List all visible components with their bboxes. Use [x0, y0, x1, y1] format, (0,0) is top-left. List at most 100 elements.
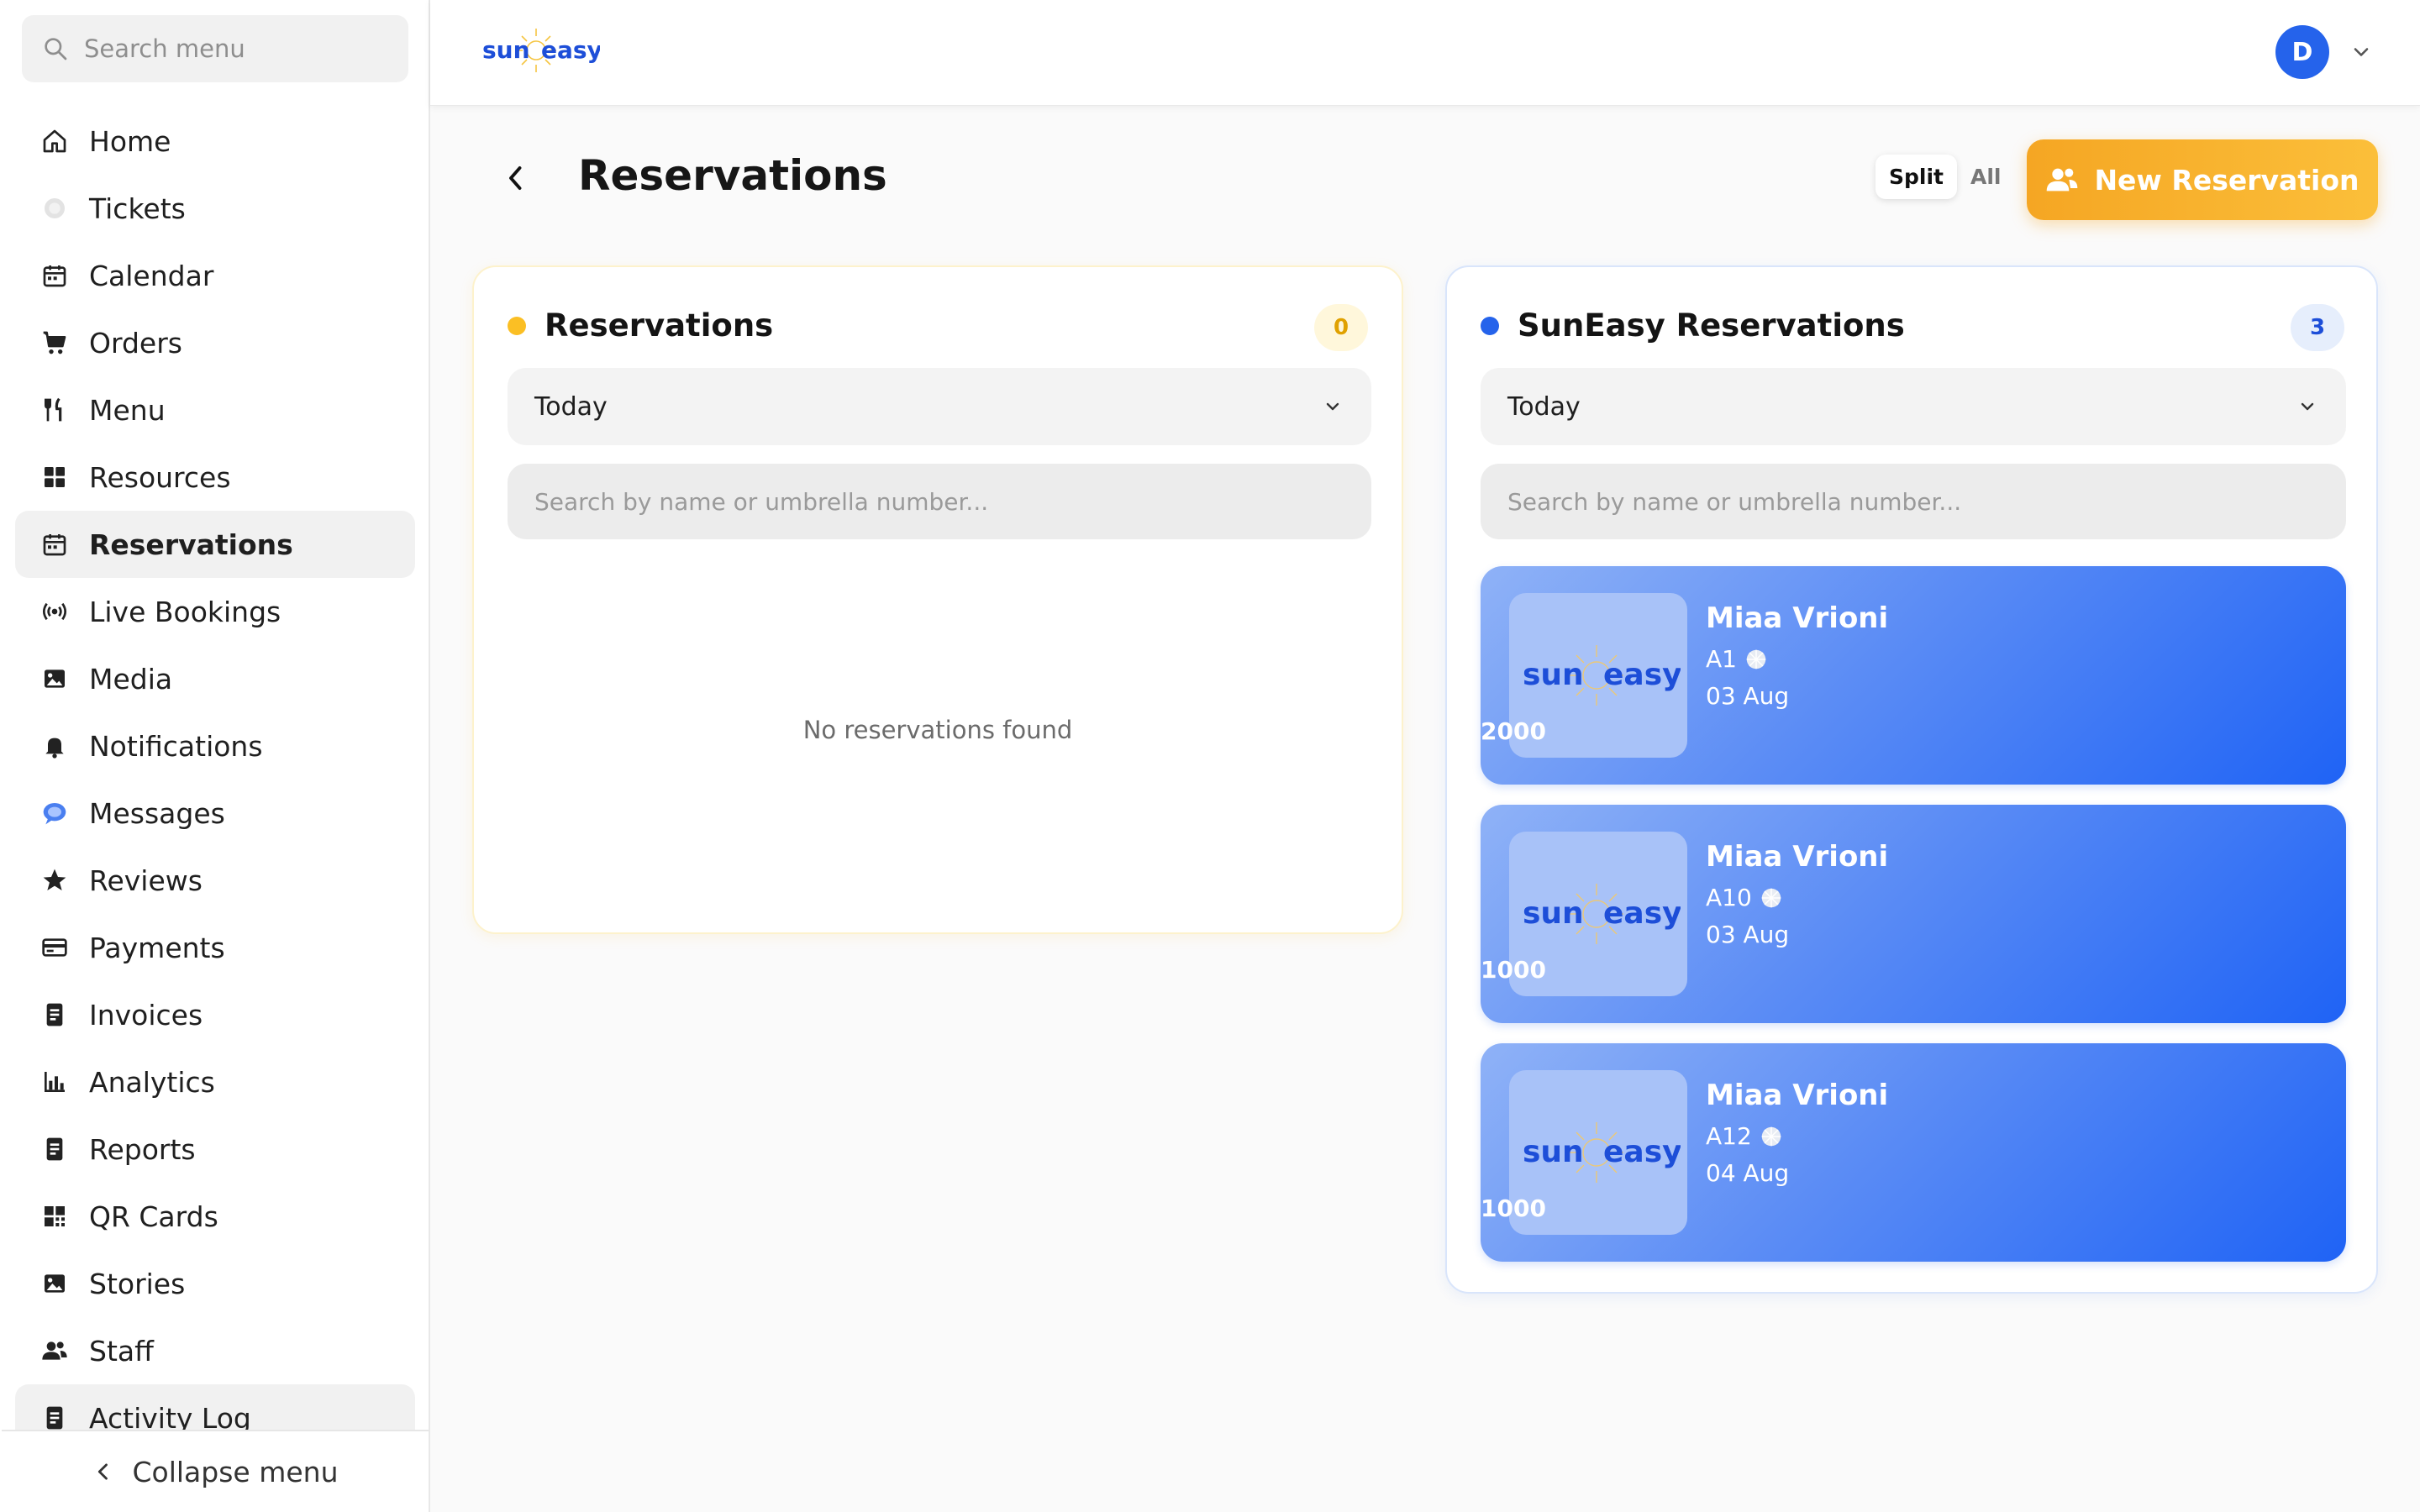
guest-name: Miaa Vrioni — [1706, 1079, 1889, 1112]
home-icon — [43, 129, 66, 153]
sidebar-item-label: QR Cards — [89, 1200, 218, 1233]
suneasy-logo: sun easy — [1523, 884, 1681, 944]
document-icon — [46, 1003, 63, 1026]
logo-word-sun: sun — [482, 36, 530, 64]
umbrella-number: A1 — [1706, 645, 1769, 673]
calendar-icon — [43, 265, 66, 287]
logo-word-easy: easy — [1603, 1135, 1681, 1169]
new-reservation-button[interactable]: New Reservation — [2027, 139, 2378, 220]
menu-search-input[interactable]: Search menu — [22, 15, 408, 82]
ticket-icon — [45, 198, 65, 218]
sidebar-item-reviews[interactable]: Reviews — [15, 847, 415, 914]
reservation-amount: 1000 — [1481, 956, 1546, 984]
sidebar-item-notifications[interactable]: Notifications — [15, 712, 415, 780]
umbrella-icon — [1746, 649, 1766, 669]
sidebar-item-label: Analytics — [89, 1065, 215, 1099]
suneasy-logo: sun easy — [1523, 645, 1681, 706]
reservation-search-input[interactable]: Search by name or umbrella number... — [508, 464, 1371, 539]
logo-word-easy: easy — [541, 36, 600, 64]
reservation-search-input[interactable]: Search by name or umbrella number... — [1481, 464, 2346, 539]
qr-icon — [45, 1206, 65, 1226]
page-title: Reservations — [578, 151, 887, 200]
document-icon — [46, 1406, 63, 1430]
umbrella-icon — [1761, 1126, 1781, 1146]
reservation-card[interactable]: sun easy Miaa Vrioni A10 03 Aug 1000 — [1481, 805, 2346, 1023]
sidebar-item-orders[interactable]: Orders — [15, 309, 415, 376]
logo-word-easy: easy — [1603, 896, 1681, 931]
reservation-card[interactable]: sun easy Miaa Vrioni A12 04 Aug 1000 — [1481, 1043, 2346, 1262]
date-filter-value: Today — [1507, 391, 1581, 422]
back-arrow-icon[interactable] — [501, 161, 531, 195]
logo-word-easy: easy — [1603, 658, 1681, 692]
sidebar-item-messages[interactable]: Messages — [15, 780, 415, 847]
bar-chart-icon — [45, 1072, 65, 1092]
guest-name: Miaa Vrioni — [1706, 840, 1889, 874]
chevron-down-icon — [1326, 402, 1339, 411]
suneasy-logo: sun easy — [1523, 1122, 1681, 1183]
sidebar-item-label: Orders — [89, 326, 182, 360]
sidebar-item-label: Tickets — [89, 192, 186, 225]
date-filter-value: Today — [534, 391, 608, 422]
sidebar-item-analytics[interactable]: Analytics — [15, 1048, 415, 1116]
reservation-amount: 2000 — [1481, 717, 1546, 745]
date-filter-select[interactable]: Today — [508, 368, 1371, 445]
utensils-icon — [45, 397, 62, 422]
new-reservation-label: New Reservation — [2094, 163, 2360, 197]
sidebar-item-qr-cards[interactable]: QR Cards — [15, 1183, 415, 1250]
umbrella-label: A10 — [1706, 884, 1752, 911]
empty-state-text: No reservations found — [802, 716, 1073, 744]
sidebar-item-calendar[interactable]: Calendar — [15, 242, 415, 309]
top-bar: sun easy D — [430, 0, 2420, 106]
chevron-down-icon — [2301, 402, 2314, 411]
umbrella-label: A12 — [1706, 1122, 1752, 1150]
search-placeholder: Search by name or umbrella number... — [1507, 487, 1962, 516]
sidebar-item-label: Calendar — [89, 259, 214, 292]
collapse-menu-label: Collapse menu — [132, 1455, 339, 1488]
sidebar-item-home[interactable]: Home — [15, 108, 415, 175]
toggle-all[interactable]: All — [1957, 155, 2015, 199]
date-filter-select[interactable]: Today — [1481, 368, 2346, 445]
sidebar-item-media[interactable]: Media — [15, 645, 415, 712]
panel-title: SunEasy Reservations — [1518, 307, 1905, 344]
sidebar-item-label: Live Bookings — [89, 595, 281, 628]
panel-title: Reservations — [544, 307, 774, 344]
suneasy-logo[interactable]: sun easy — [482, 22, 600, 82]
sidebar-item-live-bookings[interactable]: Live Bookings — [15, 578, 415, 645]
sidebar-item-reports[interactable]: Reports — [15, 1116, 415, 1183]
sidebar-item-payments[interactable]: Payments — [15, 914, 415, 981]
sidebar-item-staff[interactable]: Staff — [15, 1317, 415, 1384]
sidebar-item-stories[interactable]: Stories — [15, 1250, 415, 1317]
sidebar-item-resources[interactable]: Resources — [15, 444, 415, 511]
cart-icon — [43, 331, 66, 354]
collapse-menu-button[interactable]: Collapse menu — [2, 1430, 429, 1512]
sidebar-item-label: Home — [89, 124, 171, 158]
sidebar-item-label: Reports — [89, 1132, 196, 1166]
sidebar-item-tickets[interactable]: Tickets — [15, 175, 415, 242]
menu-search-placeholder: Search menu — [84, 34, 245, 63]
sidebar: Search menu Home Tickets Calendar Orders… — [0, 0, 430, 1512]
suneasy-reservations-panel: SunEasy Reservations 3 Today Search by n… — [1445, 265, 2378, 1294]
sidebar-item-invoices[interactable]: Invoices — [15, 981, 415, 1048]
guest-name: Miaa Vrioni — [1706, 601, 1889, 635]
sidebar-item-reservations[interactable]: Reservations — [15, 511, 415, 578]
image-icon — [45, 669, 65, 688]
document-icon — [46, 1137, 63, 1161]
status-dot — [508, 316, 526, 335]
sidebar-item-label: Stories — [89, 1267, 186, 1300]
umbrella-label: A1 — [1706, 645, 1737, 673]
credit-card-icon — [42, 938, 67, 957]
user-avatar[interactable]: D — [2275, 25, 2329, 79]
view-toggle: Split All — [1876, 155, 2015, 199]
users-icon — [2047, 168, 2078, 192]
sidebar-item-menu[interactable]: Menu — [15, 376, 415, 444]
reservation-card[interactable]: sun easy Miaa Vrioni A1 03 Aug 2000 — [1481, 566, 2346, 785]
logo-word-sun: sun — [1523, 896, 1584, 931]
logo-word-sun: sun — [1523, 1135, 1584, 1169]
chevron-down-icon[interactable] — [2349, 40, 2373, 64]
sidebar-item-activity-log[interactable]: Activity Log — [15, 1384, 415, 1430]
star-icon — [43, 869, 66, 890]
reservation-date: 03 Aug — [1706, 682, 1790, 710]
users-icon — [42, 1341, 67, 1360]
toggle-split[interactable]: Split — [1876, 155, 1957, 199]
logo-word-sun: sun — [1523, 658, 1584, 692]
